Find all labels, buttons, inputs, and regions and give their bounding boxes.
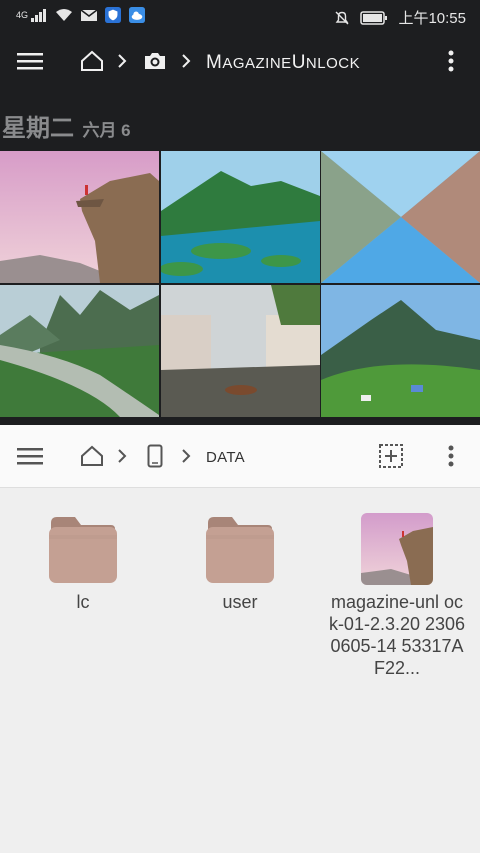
cloud-app-icon [129, 7, 146, 23]
gallery-pane: 4G 上午10:55 MAGAZINEUNLOCK 星期二 六月 6 [0, 0, 480, 425]
chevron-right-icon [178, 425, 194, 487]
chevron-right-icon [114, 425, 130, 487]
select-add-icon [379, 444, 403, 468]
folder-icon [204, 513, 276, 585]
file-browser-toolbar: DATA [0, 425, 480, 488]
hamburger-icon [17, 53, 43, 70]
more-vert-icon [448, 445, 454, 467]
camera-icon [145, 53, 165, 69]
overflow-menu-button[interactable] [436, 425, 466, 487]
battery-icon [360, 10, 388, 25]
thumbnail-green-hills[interactable] [321, 285, 480, 417]
bell-off-icon [335, 11, 349, 24]
menu-button[interactable] [10, 32, 50, 90]
thumbnail-lake-islands[interactable] [161, 151, 320, 283]
home-button[interactable] [78, 425, 106, 487]
file-name: magazine-unl ock-01-2.3.20 23060605-14 5… [328, 592, 466, 678]
home-icon [81, 50, 103, 71]
folder-icon [47, 513, 119, 585]
breadcrumb-current-folder[interactable]: MagazineUnlock [206, 52, 360, 74]
shield-icon [105, 7, 122, 23]
folder-item-lc[interactable]: lc [8, 513, 158, 613]
select-button[interactable] [376, 425, 406, 487]
more-vert-icon [448, 50, 454, 72]
date-header: 星期二 六月 6 [2, 115, 131, 142]
chevron-right-icon [114, 32, 130, 90]
gallery-toolbar: MagazineUnlock [0, 32, 480, 90]
thumbnail-canal-village[interactable] [161, 285, 320, 417]
breadcrumb-current-folder[interactable]: DATA [206, 449, 245, 466]
menu-button[interactable] [10, 425, 50, 487]
home-icon [81, 445, 103, 466]
image-file-item[interactable]: magazine-unl ock-01-2.3.20 23060605-14 5… [322, 513, 472, 679]
clock: 上午10:55 [398, 10, 466, 27]
image-thumbnail [361, 513, 433, 585]
thumbnail-blurred-abstract[interactable] [321, 151, 480, 283]
thumbnail-mountain-cliff[interactable] [0, 151, 159, 283]
home-button[interactable] [78, 32, 106, 90]
network-type-label: 4G [16, 10, 29, 20]
signal-icon [31, 9, 47, 22]
folder-item-user[interactable]: user [165, 513, 315, 613]
folder-name: lc [76, 592, 90, 612]
wifi-icon [56, 9, 73, 21]
mail-icon [80, 9, 98, 21]
camera-folder-button[interactable] [142, 32, 168, 90]
file-browser-pane: DATA lc user magazine-unl ock-01-2.3.20 … [0, 425, 480, 853]
folder-name: user [222, 592, 258, 612]
device-storage-button[interactable] [144, 425, 166, 487]
chevron-right-icon [178, 32, 194, 90]
hamburger-icon [17, 448, 43, 465]
thumbnail-river-karst[interactable] [0, 285, 159, 417]
phone-icon [147, 444, 163, 468]
thumbnail-grid [0, 151, 480, 425]
overflow-menu-button[interactable] [436, 32, 466, 90]
status-bar: 4G 上午10:55 [0, 0, 480, 32]
